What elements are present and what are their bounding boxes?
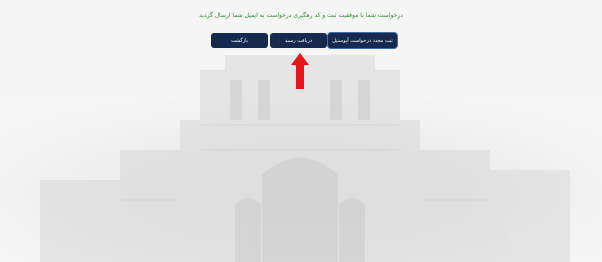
action-buttons: ثبت مجدد درخواست آپوستیل دریافت رسید باز… xyxy=(0,33,602,48)
arrow-up-icon xyxy=(291,53,309,89)
success-message: درخواست شما با موفقیت ثبت و کد رهگیری در… xyxy=(199,12,403,19)
get-receipt-button[interactable]: دریافت رسید xyxy=(270,33,327,48)
back-button[interactable]: بازگشت xyxy=(211,33,268,48)
renew-apostille-request-button[interactable]: ثبت مجدد درخواست آپوستیل xyxy=(328,33,397,48)
